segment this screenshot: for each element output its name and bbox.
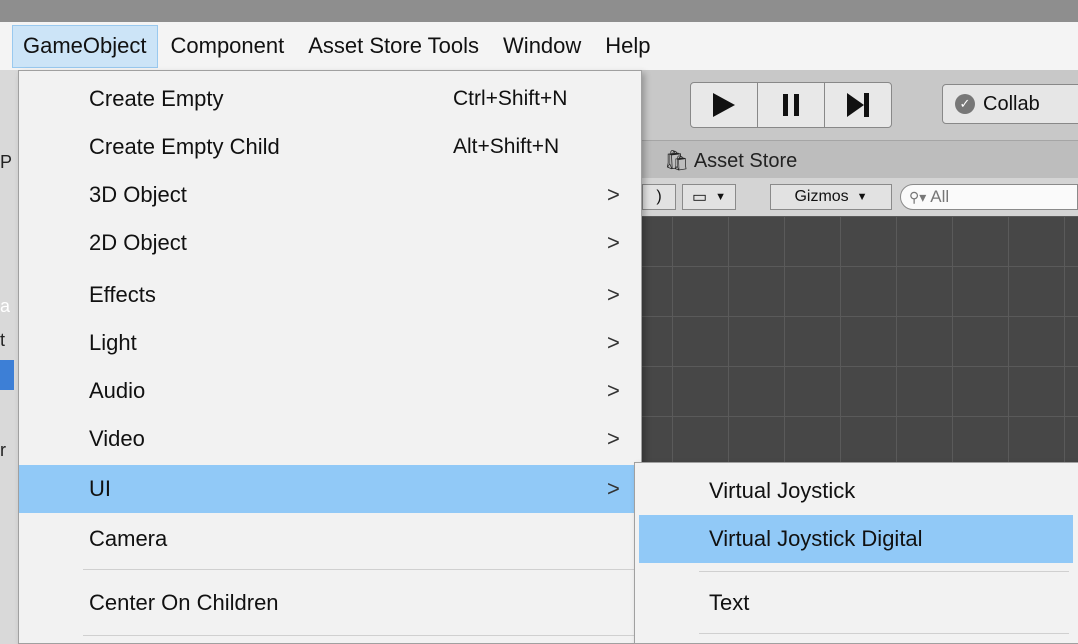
hierarchy-fragment: a bbox=[0, 296, 11, 316]
tab-asset-store[interactable]: 🛍 Asset Store bbox=[664, 148, 797, 173]
menu-item-create-empty-child[interactable]: Create Empty Child Alt+Shift+N bbox=[19, 123, 641, 171]
check-icon: ✓ bbox=[955, 94, 975, 114]
window-title-bar bbox=[0, 0, 1078, 22]
menu-separator bbox=[83, 635, 635, 636]
hierarchy-fragment: r bbox=[0, 440, 6, 460]
chevron-down-icon: ▼ bbox=[856, 191, 868, 203]
menu-item-create-empty[interactable]: Create Empty Ctrl+Shift+N bbox=[19, 75, 641, 123]
step-icon bbox=[847, 93, 869, 117]
gameobject-menu: Create Empty Ctrl+Shift+N Create Empty C… bbox=[18, 70, 642, 644]
chevron-right-icon: > bbox=[607, 282, 620, 307]
image-icon: ▭ bbox=[691, 189, 708, 206]
menu-item-audio[interactable]: Audio > bbox=[19, 367, 641, 415]
menu-separator bbox=[699, 633, 1069, 634]
menu-item-video[interactable]: Video > bbox=[19, 415, 641, 463]
menu-item-2d-object[interactable]: 2D Object > bbox=[19, 219, 641, 267]
gizmos-label: Gizmos bbox=[794, 188, 849, 205]
menu-asset-store-tools[interactable]: Asset Store Tools bbox=[297, 25, 490, 68]
menu-component[interactable]: Component bbox=[160, 25, 296, 68]
menu-item-3d-object[interactable]: 3D Object > bbox=[19, 171, 641, 219]
play-button[interactable] bbox=[691, 83, 758, 127]
menu-item-shortcut: Alt+Shift+N bbox=[453, 135, 560, 158]
scene-search-input[interactable]: ⚲▾ All bbox=[900, 184, 1078, 210]
menu-item-camera[interactable]: Camera bbox=[19, 515, 641, 563]
menu-separator bbox=[699, 571, 1069, 572]
menu-item-label: Camera bbox=[89, 526, 168, 551]
menu-help[interactable]: Help bbox=[594, 25, 661, 68]
menu-bar: GameObject Component Asset Store Tools W… bbox=[0, 22, 1078, 70]
menu-item-label: 2D Object bbox=[89, 230, 187, 255]
menu-gameobject[interactable]: GameObject bbox=[12, 24, 158, 68]
audio-toggle-button[interactable]: ) bbox=[642, 184, 676, 210]
gizmos-dropdown[interactable]: Gizmos ▼ bbox=[770, 184, 892, 210]
hierarchy-selection bbox=[0, 360, 14, 390]
hierarchy-fragment: P bbox=[0, 152, 13, 172]
menu-window[interactable]: Window bbox=[492, 25, 592, 68]
menu-item-label: Video bbox=[89, 426, 145, 451]
menu-item-label: Center On Children bbox=[89, 590, 279, 615]
pause-button[interactable] bbox=[758, 83, 825, 127]
collab-button[interactable]: ✓ Collab bbox=[942, 84, 1078, 124]
menu-item-label: Virtual Joystick Digital bbox=[709, 526, 923, 551]
submenu-item-text[interactable]: Text bbox=[639, 579, 1073, 627]
menu-item-label: 3D Object bbox=[89, 182, 187, 207]
chevron-right-icon: > bbox=[607, 330, 620, 355]
menu-item-shortcut: Ctrl+Shift+N bbox=[453, 87, 568, 110]
play-icon bbox=[713, 93, 735, 117]
menu-item-label: Effects bbox=[89, 282, 156, 307]
pause-icon bbox=[783, 94, 799, 116]
chevron-right-icon: > bbox=[607, 182, 620, 207]
search-placeholder: All bbox=[930, 187, 950, 206]
menu-item-light[interactable]: Light > bbox=[19, 319, 641, 367]
menu-item-center-on-children[interactable]: Center On Children bbox=[19, 579, 641, 627]
menu-item-effects[interactable]: Effects > bbox=[19, 271, 641, 319]
chevron-right-icon: > bbox=[607, 426, 620, 451]
tab-asset-store-label: Asset Store bbox=[693, 150, 798, 172]
menu-item-label: Virtual Joystick bbox=[709, 478, 856, 503]
effects-dropdown[interactable]: ▭ ▼ bbox=[682, 184, 736, 210]
search-icon: ⚲▾ bbox=[909, 188, 927, 205]
step-button[interactable] bbox=[825, 83, 891, 127]
menu-item-ui[interactable]: UI > bbox=[19, 465, 641, 513]
submenu-item-virtual-joystick[interactable]: Virtual Joystick bbox=[639, 467, 1073, 515]
menu-item-label: Light bbox=[89, 330, 137, 355]
menu-item-label: Audio bbox=[89, 378, 146, 403]
ui-submenu: Virtual Joystick Virtual Joystick Digita… bbox=[634, 462, 1078, 644]
menu-item-label: UI bbox=[89, 476, 111, 501]
speaker-icon: ) bbox=[656, 188, 662, 205]
chevron-down-icon: ▼ bbox=[715, 191, 726, 203]
menu-item-label: Text bbox=[709, 590, 750, 615]
hierarchy-fragment: t bbox=[0, 330, 6, 350]
chevron-right-icon: > bbox=[607, 476, 620, 501]
chevron-right-icon: > bbox=[607, 378, 620, 403]
menu-separator bbox=[83, 569, 635, 570]
chevron-right-icon: > bbox=[607, 230, 620, 255]
play-controls bbox=[690, 82, 892, 128]
collab-label: Collab bbox=[983, 92, 1040, 115]
menu-item-label: Create Empty Child bbox=[89, 134, 280, 159]
shopping-bag-icon: 🛍 bbox=[664, 150, 690, 172]
menu-item-label: Create Empty bbox=[89, 86, 224, 111]
submenu-item-virtual-joystick-digital[interactable]: Virtual Joystick Digital bbox=[639, 515, 1073, 563]
